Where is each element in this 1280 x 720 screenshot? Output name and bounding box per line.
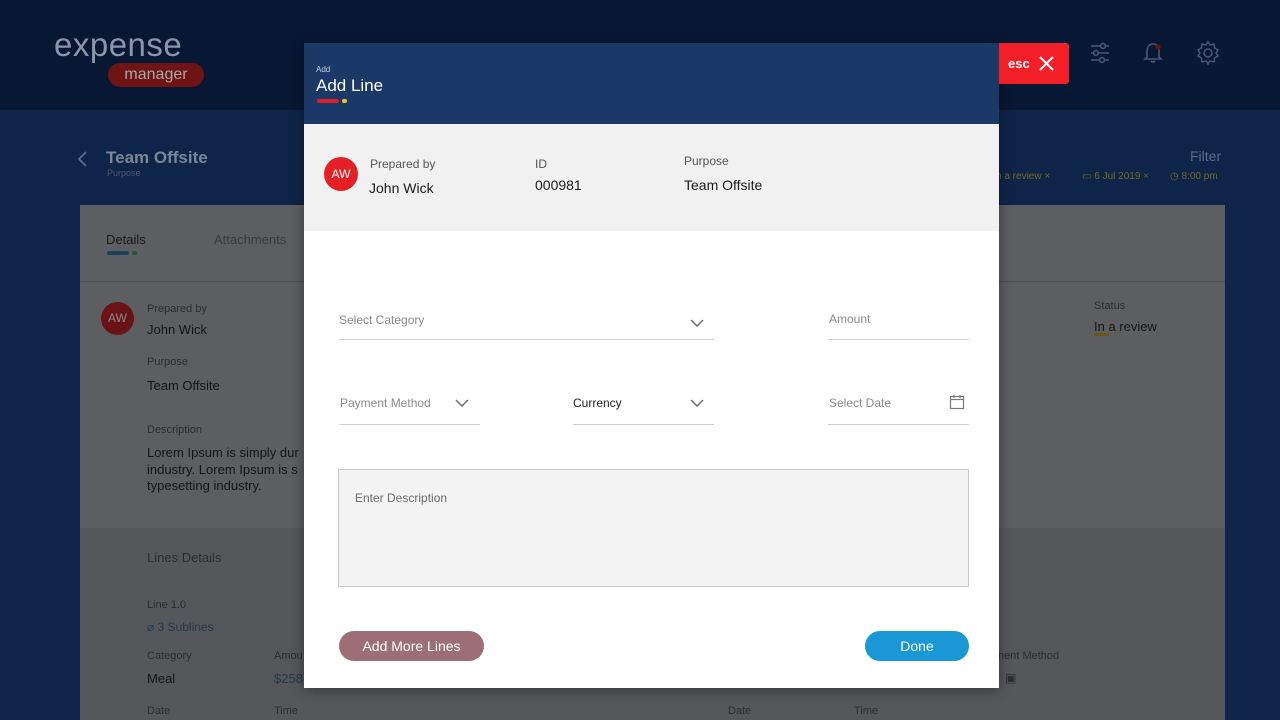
date-filter-chip[interactable]: ▭ 6 Jul 2019 ×: [1082, 171, 1149, 182]
clock-icon: ◷: [1170, 171, 1182, 182]
time-filter-chip[interactable]: ◷ 8:00 pm: [1170, 171, 1218, 182]
prepared-by-label: Prepared by: [370, 157, 436, 171]
category-underline: [339, 339, 714, 340]
status-underline: [1094, 333, 1109, 336]
date-filter-chip-label: 6 Jul 2019 ×: [1094, 171, 1149, 182]
date-underline: [828, 424, 969, 425]
id-label: ID: [535, 157, 547, 171]
description-text: Lorem Ipsum is simply dur industry. Lore…: [147, 445, 299, 493]
prepared-by-value: John Wick: [147, 322, 207, 337]
modal-title: Add Line: [316, 76, 384, 95]
amount-value: $258: [274, 671, 303, 686]
status-filter-chip[interactable]: n a review ×: [996, 171, 1050, 182]
date-placeholder: Select Date: [829, 396, 892, 410]
amount-underline: [828, 339, 969, 340]
title-underline-dot: [342, 99, 347, 103]
logo-pill: manager: [108, 63, 204, 87]
attachment-clip-icon: ⌀: [147, 620, 158, 634]
currency-label: Currency: [573, 396, 622, 410]
calendar-icon: ▭: [1082, 171, 1095, 182]
payment-method-label: nent Method: [998, 650, 1060, 662]
time-label: Time: [274, 705, 299, 717]
add-more-lines-button[interactable]: Add More Lines: [339, 631, 484, 661]
description-label: Description: [147, 424, 203, 436]
gear-icon[interactable]: [1195, 40, 1221, 66]
calendar-icon[interactable]: [949, 394, 965, 410]
back-chevron-icon[interactable]: [76, 150, 90, 168]
date-label-2: Date: [728, 705, 752, 717]
category-placeholder: Select Category: [339, 313, 425, 327]
done-button[interactable]: Done: [865, 631, 969, 661]
currency-underline: [573, 424, 714, 425]
close-button[interactable]: esc: [999, 43, 1069, 84]
title-underline: [317, 99, 339, 103]
close-icon: [1039, 56, 1054, 71]
purpose-value: Team Offsite: [147, 378, 220, 393]
report-info-band: AW Prepared by John Wick ID 000981 Purpo…: [304, 124, 999, 231]
purpose-label: Purpose: [684, 154, 729, 168]
description-placeholder: Enter Description: [355, 491, 448, 505]
chevron-down-icon: [690, 319, 704, 327]
payment-method-underline: [339, 424, 480, 425]
avatar: AW: [101, 302, 134, 335]
prepared-by-value: John Wick: [369, 180, 434, 196]
date-label: Date: [147, 705, 171, 717]
tab-attachments[interactable]: Attachments: [214, 232, 286, 247]
tab-active-dot: [132, 251, 137, 255]
chevron-down-icon: [455, 399, 469, 407]
description-textarea[interactable]: Enter Description: [338, 469, 969, 587]
esc-label: esc: [1008, 56, 1030, 71]
time-filter-chip-label: 8:00 pm: [1181, 171, 1218, 182]
add-line-modal: Add Add Line AW Prepared by John Wick ID…: [304, 43, 999, 688]
category-label: Category: [147, 650, 192, 662]
lines-details-heading: Lines Details: [147, 550, 222, 565]
avatar: AW: [324, 157, 358, 191]
category-value: Meal: [147, 671, 176, 686]
purpose-value: Team Offsite: [684, 177, 763, 193]
filter-button[interactable]: Filter: [1190, 148, 1221, 164]
page-subtitle: Purpose: [107, 168, 141, 178]
sublines-link[interactable]: ⌀ 3 Sublines: [147, 620, 214, 634]
payment-method-placeholder: Payment Method: [340, 396, 431, 410]
status-label: Status: [1094, 300, 1126, 312]
amount-label: Amou: [274, 650, 303, 662]
bell-icon[interactable]: [1140, 40, 1166, 66]
amount-placeholder: Amount: [829, 312, 871, 326]
logo-text: expense: [54, 26, 183, 63]
chevron-down-icon: [690, 399, 704, 407]
tab-active-underline: [107, 251, 129, 255]
tab-details[interactable]: Details: [106, 232, 146, 247]
modal-header: Add Add Line: [304, 43, 999, 124]
page-title: Team Offsite: [106, 148, 208, 167]
purpose-label: Purpose: [147, 356, 188, 368]
cash-icon: ▣: [1005, 671, 1017, 685]
sublines-link-label: 3 Sublines: [157, 620, 214, 634]
prepared-by-label: Prepared by: [147, 303, 207, 315]
time-label-2: Time: [854, 705, 879, 717]
status-value: In a review: [1094, 319, 1157, 334]
id-value: 000981: [535, 177, 582, 193]
line-name: Line 1.0: [147, 599, 187, 611]
modal-supertitle: Add: [316, 65, 331, 74]
filter-sliders-icon[interactable]: [1087, 40, 1113, 66]
